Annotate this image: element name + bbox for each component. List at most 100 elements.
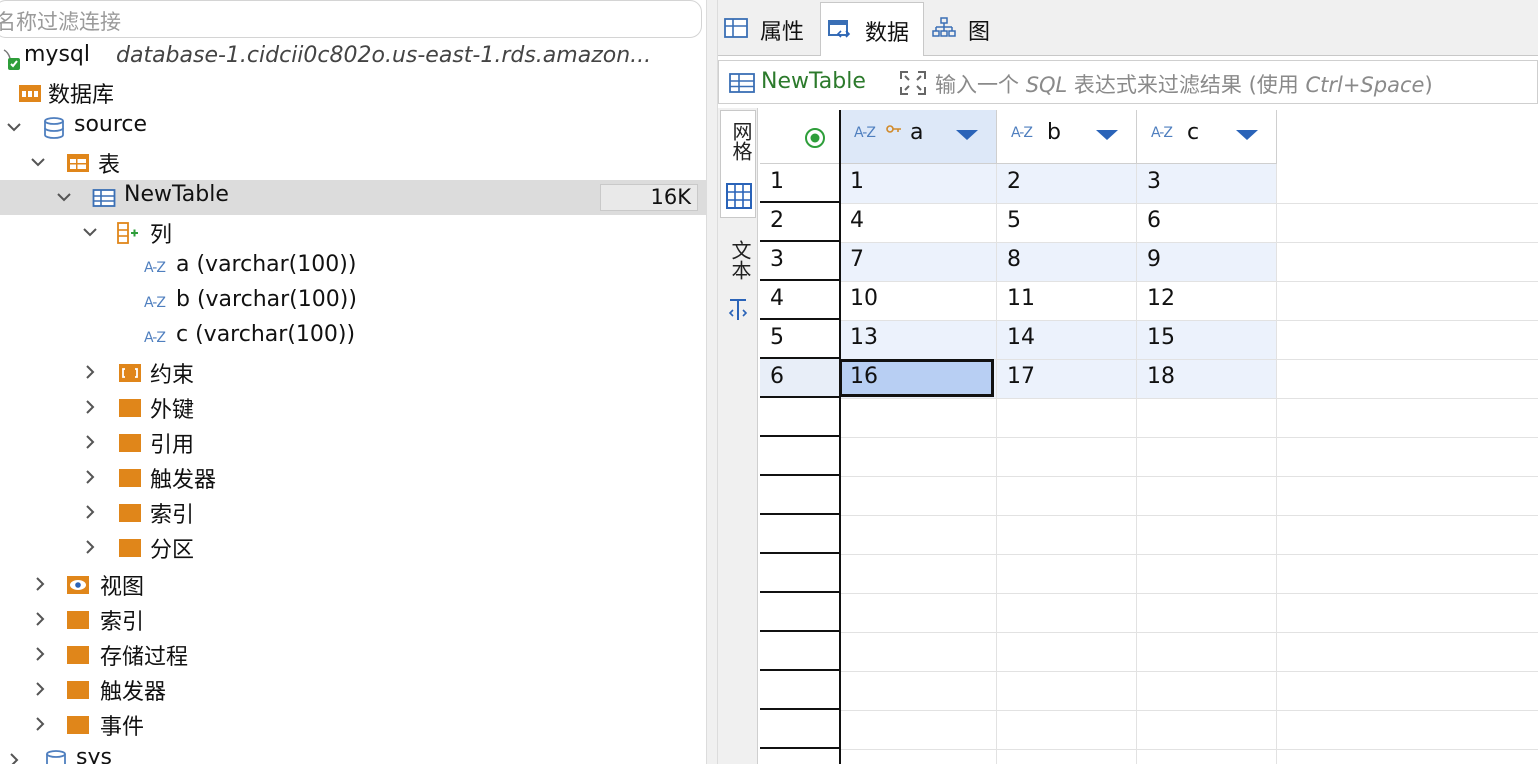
tree-item-views[interactable]: 视图 [0, 567, 706, 602]
table-cell[interactable]: 4 [840, 203, 996, 242]
tab-properties[interactable]: 属性 [718, 2, 818, 54]
connection-name: mysql [24, 42, 90, 67]
table-cell[interactable]: 9 [1137, 242, 1276, 281]
string-type-icon: A-Z [1151, 125, 1173, 141]
tree-item-references[interactable]: 引用 [0, 425, 706, 460]
table-cell[interactable]: 12 [1137, 281, 1276, 320]
table-cell[interactable]: 6 [1137, 203, 1276, 242]
connection-filter-input[interactable]: 名称过滤连接 [0, 0, 702, 38]
tree-item-column[interactable]: A-Z c (varchar(100)) [0, 320, 706, 355]
tree-item-column[interactable]: A-Z b (varchar(100)) [0, 285, 706, 320]
tab-text-view[interactable]: 文本 [720, 230, 756, 330]
row-number-empty [760, 671, 839, 710]
row-selector-header[interactable] [760, 110, 840, 164]
tree-item-label: 表 [98, 153, 121, 178]
row-number[interactable]: 4 [760, 281, 839, 320]
chevron-right-icon[interactable] [30, 679, 50, 699]
column-filter-dropdown-icon[interactable] [956, 130, 978, 140]
key-icon [886, 125, 901, 133]
table-cell[interactable]: 5 [997, 203, 1136, 242]
expand-icon[interactable] [899, 70, 927, 96]
row-number[interactable]: 3 [760, 242, 839, 281]
table-cell[interactable]: 3 [1137, 164, 1276, 203]
tab-data[interactable]: 数据 [820, 2, 924, 56]
diagram-icon [932, 17, 956, 37]
tree-item-partitions[interactable]: 分区 [0, 530, 706, 565]
tree-item-procedures[interactable]: 存储过程 [0, 637, 706, 672]
panel-splitter[interactable] [706, 0, 718, 764]
chevron-right-icon[interactable] [30, 644, 50, 664]
tree-item-connection[interactable]: mysql database-1.cidcii0c802o.us-east-1.… [0, 40, 706, 75]
tree-item-foreign-keys[interactable]: 外键 [0, 390, 706, 425]
row-number[interactable]: 5 [760, 320, 839, 359]
tree-item-label: 列 [150, 223, 173, 248]
chevron-right-icon[interactable] [80, 397, 100, 417]
string-type-icon: A-Z [144, 260, 166, 276]
table-cell[interactable]: 14 [997, 320, 1136, 359]
chevron-right-icon[interactable] [30, 609, 50, 629]
hint-text: Ctrl+Space [1305, 73, 1425, 97]
tree-item-table-triggers[interactable]: 触发器 [0, 460, 706, 495]
table-cell[interactable]: 10 [840, 281, 996, 320]
connection-filter-placeholder: 名称过滤连接 [0, 10, 121, 34]
chevron-down-icon[interactable] [28, 152, 48, 172]
row-number-text: 4 [770, 286, 784, 311]
tab-diagram[interactable]: 图 [926, 2, 1008, 54]
result-view-tabs: 网格 文本 [718, 108, 758, 764]
tree-item-schema-source[interactable]: source [0, 110, 706, 145]
chevron-right-icon[interactable] [80, 432, 100, 452]
table-cell[interactable]: 17 [997, 359, 1136, 398]
table-cell[interactable]: 2 [997, 164, 1136, 203]
record-mode-icon[interactable] [804, 127, 826, 149]
chevron-right-icon[interactable] [30, 574, 50, 594]
tree-item-table-newtable[interactable]: NewTable 16K [0, 180, 706, 215]
column-filter-dropdown-icon[interactable] [1236, 130, 1258, 140]
grid-line [840, 671, 1538, 672]
chevron-down-icon[interactable] [54, 187, 74, 207]
tree-item-schema-indexes[interactable]: 索引 [0, 602, 706, 637]
column-header-b[interactable]: A-Z b [997, 110, 1137, 164]
chevron-right-icon[interactable] [80, 467, 100, 487]
chevron-right-icon[interactable] [30, 714, 50, 734]
table-cell[interactable]: 8 [997, 242, 1136, 281]
table-cell-selected[interactable]: 16 [840, 359, 996, 398]
row-number[interactable]: 6 [760, 359, 839, 398]
tree-item-constraints[interactable]: 约束 [0, 355, 706, 390]
tree-item-events[interactable]: 事件 [0, 707, 706, 742]
tree-item-columns[interactable]: 列 [0, 215, 706, 250]
tree-item-schema-sys[interactable]: sys [0, 743, 706, 764]
chevron-down-icon[interactable] [4, 117, 24, 137]
column-filter-dropdown-icon[interactable] [1096, 130, 1118, 140]
column-header-a[interactable]: A-Z a [840, 110, 997, 164]
sql-filter-input[interactable]: 输入一个 SQL 表达式来过滤结果 (使用 Ctrl+Space) [935, 69, 1433, 99]
tree-item-schema-triggers[interactable]: 触发器 [0, 672, 706, 707]
tree-item-databases[interactable]: 数据库 [0, 75, 706, 110]
row-number[interactable]: 1 [760, 164, 839, 203]
grid-line [840, 749, 1538, 750]
chevron-down-icon[interactable] [80, 222, 100, 242]
table-cell[interactable]: 13 [840, 320, 996, 359]
tree-item-tables[interactable]: 表 [0, 145, 706, 180]
table-cell[interactable]: 18 [1137, 359, 1276, 398]
table-icon [724, 18, 748, 38]
row-number-text: 1 [770, 169, 784, 194]
connection-description: database-1.cidcii0c802o.us-east-1.rds.am… [116, 43, 652, 68]
tree-item-column[interactable]: A-Z a (varchar(100)) [0, 250, 706, 285]
row-number-empty [760, 593, 839, 632]
table-cell[interactable]: 1 [840, 164, 996, 203]
chevron-right-icon[interactable] [80, 362, 100, 382]
column-header-c[interactable]: A-Z c [1137, 110, 1277, 164]
folder-icon [67, 716, 89, 734]
table-cell[interactable]: 15 [1137, 320, 1276, 359]
row-number[interactable]: 2 [760, 203, 839, 242]
chevron-right-icon[interactable] [80, 537, 100, 557]
tab-grid-view[interactable]: 网格 [720, 110, 756, 218]
tree-item-table-indexes[interactable]: 索引 [0, 495, 706, 530]
tab-label: 图 [968, 20, 991, 45]
table-cell[interactable]: 7 [840, 242, 996, 281]
grid-line [840, 710, 1538, 711]
chevron-right-icon[interactable] [80, 502, 100, 522]
folder-icon [119, 504, 141, 522]
table-cell[interactable]: 11 [997, 281, 1136, 320]
chevron-right-icon[interactable] [4, 750, 24, 764]
